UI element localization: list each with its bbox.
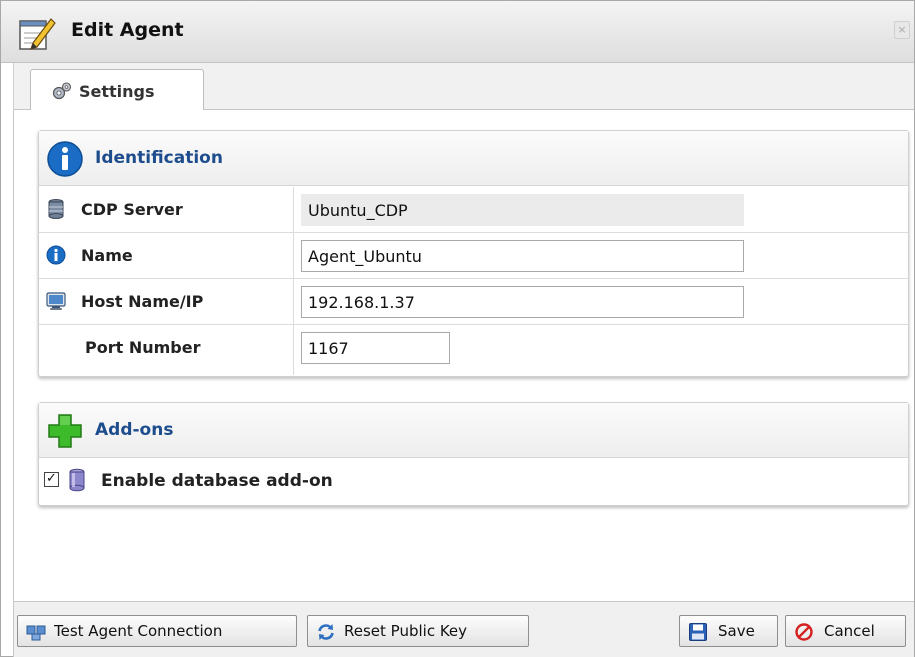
info-icon xyxy=(46,245,66,265)
cdp-server-row: CDP Server Ubuntu_CDP xyxy=(39,187,908,233)
cdp-server-label-cell: CDP Server xyxy=(39,187,294,233)
save-label: Save xyxy=(718,622,755,640)
database-addon-row: ✓ Enable database add-on xyxy=(39,459,908,503)
title-bar: Edit Agent × xyxy=(1,1,914,63)
enable-database-label: Enable database add-on xyxy=(101,471,333,491)
addons-panel: Add-ons ✓ Enable database add-on xyxy=(38,402,909,506)
settings-content: Identification CDP Server Ubuntu_CDP Nam… xyxy=(13,110,914,601)
reset-public-key-button[interactable]: Reset Public Key xyxy=(307,615,529,647)
port-label: Port Number xyxy=(85,338,201,357)
network-icon xyxy=(26,625,46,641)
tab-settings-label: Settings xyxy=(79,82,155,101)
reset-public-key-label: Reset Public Key xyxy=(344,622,468,640)
identification-panel: Identification CDP Server Ubuntu_CDP Nam… xyxy=(38,130,909,377)
host-label-cell: Host Name/IP xyxy=(39,279,294,325)
gears-icon xyxy=(52,82,72,100)
identification-title: Identification xyxy=(95,148,223,168)
tab-strip: Settings xyxy=(13,63,914,111)
name-row: Name Agent_Ubuntu xyxy=(39,233,908,279)
host-icon xyxy=(46,292,66,310)
save-button[interactable]: Save xyxy=(679,615,778,647)
dialog-title: Edit Agent xyxy=(71,19,184,41)
cancel-icon xyxy=(795,623,813,641)
tab-settings[interactable]: Settings xyxy=(30,69,204,111)
edit-pencil-icon xyxy=(19,18,56,50)
database-addon-icon xyxy=(69,468,85,492)
host-input[interactable]: 192.168.1.37 xyxy=(301,286,744,318)
addons-header: Add-ons xyxy=(39,403,908,458)
button-bar: Test Agent Connection Reset Public Key S… xyxy=(13,601,914,657)
database-icon xyxy=(48,199,64,219)
addons-title: Add-ons xyxy=(95,420,174,440)
name-label: Name xyxy=(81,246,133,265)
info-icon xyxy=(47,141,83,177)
port-label-cell: Port Number xyxy=(39,325,294,375)
port-input[interactable]: 1167 xyxy=(301,332,450,364)
cancel-button[interactable]: Cancel xyxy=(785,615,906,647)
name-input[interactable]: Agent_Ubuntu xyxy=(301,240,744,272)
refresh-icon xyxy=(318,624,334,640)
cancel-label: Cancel xyxy=(824,622,875,640)
enable-database-checkbox[interactable]: ✓ xyxy=(44,472,59,487)
port-row: Port Number 1167 xyxy=(39,325,908,375)
cdp-server-field: Ubuntu_CDP xyxy=(301,194,744,226)
plus-icon xyxy=(48,414,82,448)
test-agent-connection-button[interactable]: Test Agent Connection xyxy=(17,615,297,647)
name-label-cell: Name xyxy=(39,233,294,279)
identification-header: Identification xyxy=(39,131,908,186)
close-button[interactable]: × xyxy=(894,21,910,39)
host-row: Host Name/IP 192.168.1.37 xyxy=(39,279,908,325)
host-label: Host Name/IP xyxy=(81,292,204,311)
floppy-disk-icon xyxy=(689,623,707,641)
edit-agent-dialog: Edit Agent × Settings Identification CDP… xyxy=(0,0,915,657)
test-agent-connection-label: Test Agent Connection xyxy=(54,622,223,640)
cdp-server-label: CDP Server xyxy=(81,200,183,219)
